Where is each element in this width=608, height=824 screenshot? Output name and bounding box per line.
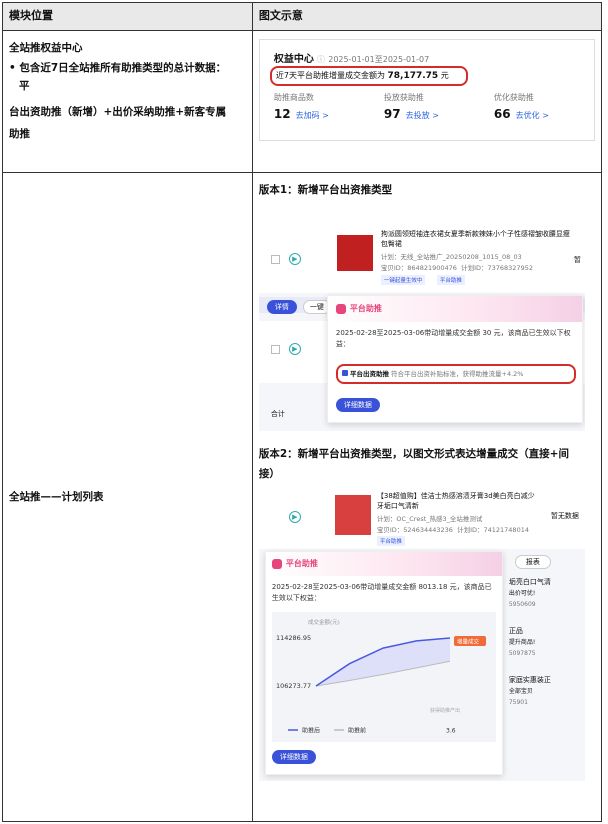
y-tick-bottom: 106273.77 bbox=[276, 682, 311, 690]
after-area bbox=[315, 638, 450, 686]
go-launch-link[interactable]: 去投放 > bbox=[406, 111, 439, 120]
header-row: 模块位置 图文示意 bbox=[2, 2, 603, 31]
v2-popup-desc: 2025-02-28至2025-03-06带动增量成交金额 8013.18 元，… bbox=[271, 583, 492, 602]
play-icon[interactable]: ▶ bbox=[288, 343, 301, 355]
checkbox[interactable] bbox=[270, 255, 280, 264]
x-tick: 3.6 bbox=[446, 728, 456, 735]
document: 模块位置 图文示意 全站推权益中心 • 包含近7日全站推所有助推类型的总计数据：… bbox=[0, 0, 608, 824]
play-icon[interactable]: ▶ bbox=[288, 511, 301, 523]
chart-ylabel: 成交金额(元) bbox=[308, 618, 340, 626]
row-rights-center: 全站推权益中心 • 包含近7日全站推所有助推类型的总计数据： 平 台出资助推（新… bbox=[2, 30, 603, 173]
y-tick-top: 114286.95 bbox=[276, 634, 311, 642]
module-table: 模块位置 图文示意 全站推权益中心 • 包含近7日全站推所有助推类型的总计数据：… bbox=[2, 2, 603, 822]
increment-badge-label: 增量成交 bbox=[457, 638, 480, 646]
product-thumb bbox=[334, 495, 371, 535]
go-optimize-link[interactable]: 去优化 > bbox=[516, 111, 549, 120]
v1-tag-start: 一键起量生效中 bbox=[380, 275, 426, 285]
rights-stats: 助推商品数 12 去加码 > 投放获助推 97 去投放 > 优化获助推 66 去… bbox=[273, 93, 549, 121]
check-icon bbox=[341, 370, 348, 376]
rights-bullet: • 包含近7日全站推所有助推类型的总计数据： 平 台出资助推（新增）+出价采纳助… bbox=[9, 62, 227, 140]
version2-title: 版本2：新增平台出资推类型，以图文形式表达增量成交（直接+间 接） bbox=[258, 448, 569, 480]
product-thumb bbox=[336, 235, 373, 271]
rights-panel-title: 权益中心 bbox=[273, 54, 314, 65]
v1-plan-name: 计划：无线_全站推广_20250208_1015_08_03 bbox=[380, 253, 522, 261]
v2-report-button[interactable]: 报表 bbox=[514, 555, 551, 569]
v2-popup-title: 平台助推 bbox=[285, 559, 318, 568]
row-plan-list: 全站推——计划列表 版本1：新增平台出资推类型 ▶ 拘派圆领短袖连衣裙女夏季新款… bbox=[2, 172, 603, 822]
v1-popup-item: 平台出资助推 符合平台出资补贴标准，获得助推流量+4.2% bbox=[335, 364, 576, 384]
rights-center-title: 全站推权益中心 bbox=[9, 42, 83, 54]
chart-bottom-right: 获得助推产出 bbox=[430, 707, 460, 714]
v1-popup-desc: 2025-02-28至2025-03-06带动增量成交金额 30 元，该商品已生… bbox=[335, 329, 571, 348]
checkbox[interactable] bbox=[270, 345, 280, 354]
rights-panel: 权益中心 ⓘ 2025-01-01至2025-01-07 近7天平台助推增量成交… bbox=[258, 39, 595, 141]
legend-after: 助推后 bbox=[302, 727, 320, 735]
v1-popup-title: 平台助推 bbox=[349, 304, 382, 313]
v1-tag-boost: 平台助推 bbox=[436, 275, 465, 285]
boost-area-chart: 成交金额(元) 114286.95 106273.77 增量成交 获得助推产出 bbox=[276, 618, 486, 735]
v2-chart: 成交金额(元) 114286.95 106273.77 增量成交 获得助推产出 bbox=[271, 612, 496, 742]
v1-detail-button[interactable]: 详情 bbox=[266, 300, 297, 314]
v2-boost-popup: 平台助推 2025-02-28至2025-03-06带动增量成交金额 8013.… bbox=[264, 551, 503, 775]
v2-detail-data-button[interactable]: 详细数据 bbox=[271, 750, 316, 764]
play-icon[interactable]: ▶ bbox=[288, 253, 301, 265]
v2-side-list: 垢亮白口气清 出价可优! 5950609 正品 提升商品! 5097875 家庭… bbox=[508, 578, 551, 706]
add-bid-link[interactable]: 去加码 > bbox=[296, 111, 329, 120]
plan-list-label: 全站推——计划列表 bbox=[9, 491, 104, 503]
v2-screenshot: ▶ 【38超值购】佳洁士热感溶渍牙膏3d美白亮白减少牙垢口气清新 计划：OC_C… bbox=[258, 487, 585, 781]
v1-detail-data-button[interactable]: 详细数据 bbox=[335, 398, 380, 412]
v1-total: 合计 bbox=[270, 410, 285, 418]
v1-product-title: 拘派圆领短袖连衣裙女夏季新款辣妹小个子性感褶皱收腰显瘦包臀裙 bbox=[380, 230, 570, 248]
legend-before: 助推前 bbox=[348, 727, 366, 735]
v2-product-title: 【38超值购】佳洁士热感溶渍牙膏3d美白亮白减少牙垢口气清新 bbox=[376, 492, 535, 510]
boost-badge-icon bbox=[271, 559, 282, 569]
help-icon: ⓘ bbox=[317, 55, 326, 64]
rights-panel-date: 2025-01-01至2025-01-07 bbox=[328, 55, 430, 64]
rights-summary: 近7天平台助推增量成交金额为 78,177.75 元 bbox=[269, 66, 468, 86]
boost-badge-icon bbox=[335, 304, 346, 314]
v1-boost-popup: 平台助推 2025-02-28至2025-03-06带动增量成交金额 30 元，… bbox=[326, 295, 583, 423]
header-module-position: 模块位置 bbox=[2, 2, 253, 31]
version1-title: 版本1：新增平台出资推类型 bbox=[258, 184, 393, 196]
header-illustration: 图文示意 bbox=[251, 2, 603, 31]
v1-screenshot: ▶ 拘派圆领短袖连衣裙女夏季新款辣妹小个子性感褶皱收腰显瘦包臀裙 计划：无线_全… bbox=[258, 221, 585, 431]
